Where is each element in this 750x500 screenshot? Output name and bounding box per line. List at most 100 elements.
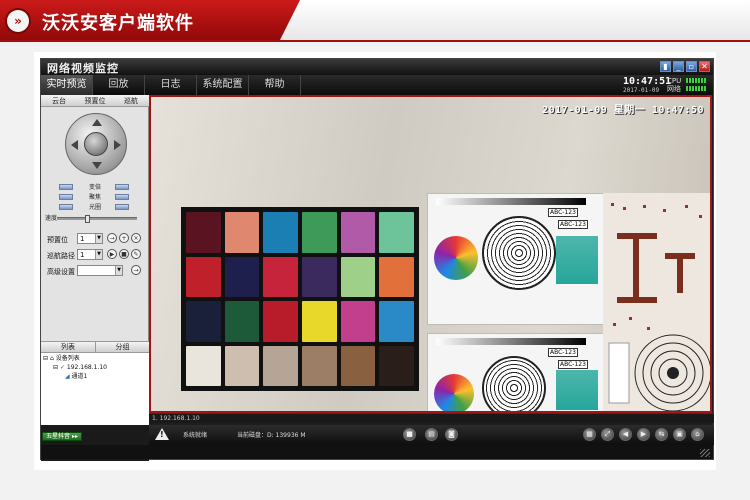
chart-label: ABC-123 xyxy=(548,348,578,357)
snapshot-icon[interactable]: ◙ xyxy=(445,428,458,441)
cruise-start-button[interactable]: ▶ xyxy=(107,249,117,259)
iris-close-button[interactable] xyxy=(59,204,73,210)
cpu-meter xyxy=(686,78,706,83)
window-titlebar[interactable]: 网络视频监控 ▮ _ ▫ ✕ xyxy=(41,59,713,75)
iris-control: 光圈 xyxy=(41,203,149,212)
chevron-down-icon[interactable]: ▼ xyxy=(115,266,122,275)
cpu-label: CPU xyxy=(667,77,682,85)
tab-preset[interactable]: 预置位 xyxy=(77,95,113,107)
lock-icon[interactable]: ▮ xyxy=(660,61,671,72)
check-icon: ✓ xyxy=(59,364,65,371)
resolution-target xyxy=(482,216,556,290)
tree-root-label: 设备列表 xyxy=(55,355,80,362)
chevron-down-icon[interactable]: ▼ xyxy=(95,234,102,243)
preset-set-button[interactable]: + xyxy=(119,233,129,243)
minimize-icon[interactable]: _ xyxy=(673,61,684,72)
portrait-photo xyxy=(556,370,598,410)
tab-group[interactable]: 分组 xyxy=(95,342,149,353)
arrow-down-icon[interactable] xyxy=(92,162,102,169)
stop-icon[interactable]: ■ xyxy=(403,428,416,441)
preset-delete-button[interactable]: × xyxy=(131,233,141,243)
restore-icon[interactable]: ▫ xyxy=(686,61,697,72)
osd-timestamp: 2017-01-09 星期一 10:47:50 xyxy=(542,105,704,116)
disk-status: 当前磁盘：D: 139936 M xyxy=(237,432,306,439)
tab-ptz[interactable]: 云台 xyxy=(41,95,77,107)
cruise-select[interactable]: 1 ▼ xyxy=(77,249,103,260)
prev-page-icon[interactable]: ◀ xyxy=(619,428,632,441)
focus-control: 聚焦 xyxy=(41,193,149,202)
focus-far-button[interactable] xyxy=(115,194,129,200)
color-wheel xyxy=(434,374,474,411)
screen-switch-icon[interactable]: ⇆ xyxy=(655,428,668,441)
arrow-up-icon[interactable] xyxy=(92,119,102,126)
zoom-label: 变倍 xyxy=(88,184,101,191)
menu-playback[interactable]: 回放 xyxy=(93,75,145,95)
video-view[interactable]: ABC-123 ABC-123 ABC-123 ABC-123 2017-01-… xyxy=(149,95,712,413)
resolution-chart-top: ABC-123 ABC-123 xyxy=(427,193,605,325)
screen-layout-button[interactable]: 五星抖音 ▸▸ xyxy=(42,432,82,441)
preset-select-value: 1 xyxy=(80,235,85,243)
menu-live-preview[interactable]: 实时预览 xyxy=(41,75,93,95)
iris-open-button[interactable] xyxy=(115,204,129,210)
cruise-row: 巡航路径 1 ▼ ▶ ■ ✎ xyxy=(47,249,149,261)
next-page-icon[interactable]: ▶ xyxy=(637,428,650,441)
save-icon[interactable]: ▣ xyxy=(673,428,686,441)
menu-log[interactable]: 日志 xyxy=(145,75,197,95)
resize-grip-icon[interactable] xyxy=(700,449,710,457)
preset-call-button[interactable]: → xyxy=(107,233,117,243)
menu-system-config[interactable]: 系统配置 xyxy=(197,75,249,95)
close-icon[interactable]: ✕ xyxy=(699,61,710,72)
focus-near-button[interactable] xyxy=(59,194,73,200)
lock-screen-icon[interactable]: ⌂ xyxy=(691,428,704,441)
dropdown-icon: ▸▸ xyxy=(71,433,78,440)
zoom-in-button[interactable] xyxy=(115,184,129,190)
ptz-direction-pad[interactable] xyxy=(65,113,127,175)
double-chevron-icon: » xyxy=(7,10,29,32)
advanced-select[interactable]: ▼ xyxy=(77,265,123,276)
device-tree: ⊟ ⌂ 设备列表 ⊟ ✓ 192.168.1.10 ◢ 通道1 xyxy=(41,353,149,425)
arrow-left-icon[interactable] xyxy=(71,140,78,150)
resolution-chart-bottom: ABC-123 ABC-123 xyxy=(427,333,605,411)
collapse-icon[interactable]: ⊟ xyxy=(43,355,48,362)
clock-time: 10:47:51 xyxy=(623,76,672,87)
preset-row: 预置位 1 ▼ → + × xyxy=(47,233,149,245)
gray-scale-strip xyxy=(436,198,586,205)
ptz-tabs: 云台 预置位 巡航 xyxy=(41,95,149,107)
tree-channel[interactable]: ◢ 通道1 xyxy=(65,373,87,381)
cruise-select-value: 1 xyxy=(80,251,85,259)
collapse-icon[interactable]: ⊟ xyxy=(53,364,58,371)
home-icon: ⌂ xyxy=(49,355,54,362)
net-label: 网络 xyxy=(667,85,681,93)
tab-cruise[interactable]: 巡航 xyxy=(113,95,149,107)
main-menu: 实时预览 回放 日志 系统配置 帮助 10:47:51 2017-01-09 C… xyxy=(41,75,713,95)
layout-grid-icon[interactable]: ▦ xyxy=(583,428,596,441)
speed-slider-thumb[interactable] xyxy=(85,215,90,223)
tab-list[interactable]: 列表 xyxy=(41,342,95,353)
camera-icon: ◢ xyxy=(65,373,70,380)
warning-icon[interactable] xyxy=(155,428,169,440)
left-control-panel: 云台 预置位 巡航 变倍 聚焦 光圈 速度 预置位 1 ▼ → + × 巡航路径… xyxy=(41,95,149,425)
preset-select[interactable]: 1 ▼ xyxy=(77,233,103,244)
speed-slider[interactable] xyxy=(57,215,137,223)
camera-ip-label: 1. 192.168.1.10 xyxy=(149,413,714,423)
cruise-stop-button[interactable]: ■ xyxy=(119,249,129,259)
advanced-apply-button[interactable]: → xyxy=(131,265,141,275)
chevron-down-icon[interactable]: ▼ xyxy=(95,250,102,259)
fullscreen-icon[interactable]: ⤢ xyxy=(601,428,614,441)
zoom-out-button[interactable] xyxy=(59,184,73,190)
tree-root[interactable]: ⊟ ⌂ 设备列表 xyxy=(43,355,80,363)
cruise-label: 巡航路径 xyxy=(47,252,75,260)
gray-scale-strip xyxy=(436,338,586,345)
iris-label: 光圈 xyxy=(88,204,101,211)
preset-label: 预置位 xyxy=(47,236,68,244)
arrow-right-icon[interactable] xyxy=(114,140,121,150)
record-icon[interactable]: ▤ xyxy=(425,428,438,441)
zoom-control: 变倍 xyxy=(41,183,149,192)
auto-scan-button[interactable] xyxy=(84,132,108,156)
system-status: 系统就绪 xyxy=(183,432,208,439)
device-tabs: 列表 分组 xyxy=(41,341,149,353)
clock-date: 2017-01-09 xyxy=(623,87,660,94)
tree-device[interactable]: ⊟ ✓ 192.168.1.10 xyxy=(53,364,107,372)
cruise-edit-button[interactable]: ✎ xyxy=(131,249,141,259)
menu-help[interactable]: 帮助 xyxy=(249,75,301,95)
